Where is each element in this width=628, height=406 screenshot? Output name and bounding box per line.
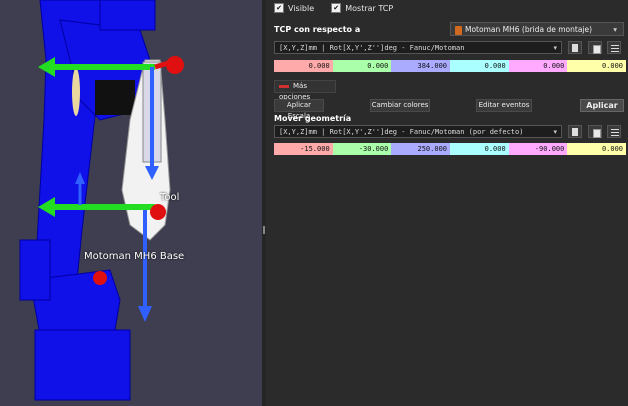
- checkbox-icon: ✔: [274, 3, 284, 13]
- copy-button[interactable]: [588, 41, 602, 54]
- paste-icon: [572, 128, 578, 136]
- visibility-row: ✔ Visible ✔ Mostrar TCP: [274, 3, 393, 13]
- show-tcp-checkbox[interactable]: ✔ Mostrar TCP: [331, 3, 393, 13]
- base-origin-marker: [93, 271, 107, 285]
- paste-button[interactable]: [568, 41, 582, 54]
- copy-icon: [593, 45, 601, 54]
- geometry-format-combo[interactable]: [X,Y,Z]mm | Rot[X,Y',Z'']deg - Fanuc/Mot…: [274, 125, 562, 138]
- joint-disc: [72, 68, 80, 116]
- reference-frame-combo[interactable]: Motoman MH6 (brida de montaje) ▾: [450, 22, 624, 36]
- geom-ry-field[interactable]: -90.000: [508, 143, 568, 155]
- properties-panel: ✔ Visible ✔ Mostrar TCP TCP con respecto a…: [266, 0, 628, 406]
- tcp-rx-field[interactable]: 0.000: [450, 60, 509, 72]
- tcp-z-field[interactable]: 384.000: [391, 60, 451, 72]
- geometry-menu-button[interactable]: [607, 125, 621, 138]
- tool-label: Tool: [160, 192, 180, 203]
- apply-button[interactable]: Aplicar: [580, 99, 624, 112]
- geom-z-field[interactable]: 250.000: [391, 143, 451, 155]
- dropdown-arrow-icon: ▾: [553, 128, 557, 136]
- change-colors-button[interactable]: Cambiar colores: [370, 99, 430, 112]
- dropdown-arrow-icon: ▾: [553, 44, 557, 52]
- geometry-paste-button[interactable]: [568, 125, 582, 138]
- geom-x-field[interactable]: -15.000: [274, 143, 333, 155]
- visible-checkbox[interactable]: ✔ Visible: [274, 3, 314, 13]
- dropdown-arrow-icon: ▾: [613, 25, 617, 34]
- 3d-viewport[interactable]: Tool Motoman MH6 Base: [0, 0, 262, 406]
- robot-scene[interactable]: [0, 0, 262, 406]
- tcp-relative-label: TCP con respecto a: [274, 25, 361, 34]
- apply-scale-button[interactable]: Aplicar Escala: [274, 99, 324, 120]
- robot-icon: [455, 25, 462, 35]
- paste-icon: [572, 44, 578, 52]
- tcp-format-combo[interactable]: [X,Y,Z]mm | Rot[X,Y',Z'']deg - Fanuc/Mot…: [274, 41, 562, 54]
- tcp-y-field[interactable]: 0.000: [332, 60, 392, 72]
- geom-rx-field[interactable]: 0.000: [450, 143, 509, 155]
- splitter-grip-icon: [263, 226, 265, 234]
- base-label: Motoman MH6 Base: [84, 251, 185, 262]
- tcp-values: 0.000 0.000 384.000 0.000 0.000 0.000: [274, 60, 627, 72]
- more-options-button[interactable]: Más opciones: [274, 80, 336, 101]
- checkbox-icon: ✔: [331, 3, 342, 13]
- copy-icon: [593, 129, 601, 138]
- geom-rz-field[interactable]: 0.000: [567, 143, 627, 155]
- edit-events-button[interactable]: Editar eventos: [476, 99, 532, 112]
- red-line-icon: [279, 84, 289, 88]
- geometry-copy-button[interactable]: [588, 125, 602, 138]
- tcp-rz-field[interactable]: 0.000: [567, 60, 627, 72]
- tcp-ry-field[interactable]: 0.000: [508, 60, 568, 72]
- menu-button[interactable]: [607, 41, 621, 54]
- motor-block: [95, 80, 135, 115]
- geom-y-field[interactable]: -30.000: [332, 143, 392, 155]
- tcp-x-field[interactable]: 0.000: [274, 60, 333, 72]
- move-geometry-label: Mover geometría: [274, 114, 352, 123]
- geometry-values: -15.000 -30.000 250.000 0.000 -90.000 0.…: [274, 143, 627, 155]
